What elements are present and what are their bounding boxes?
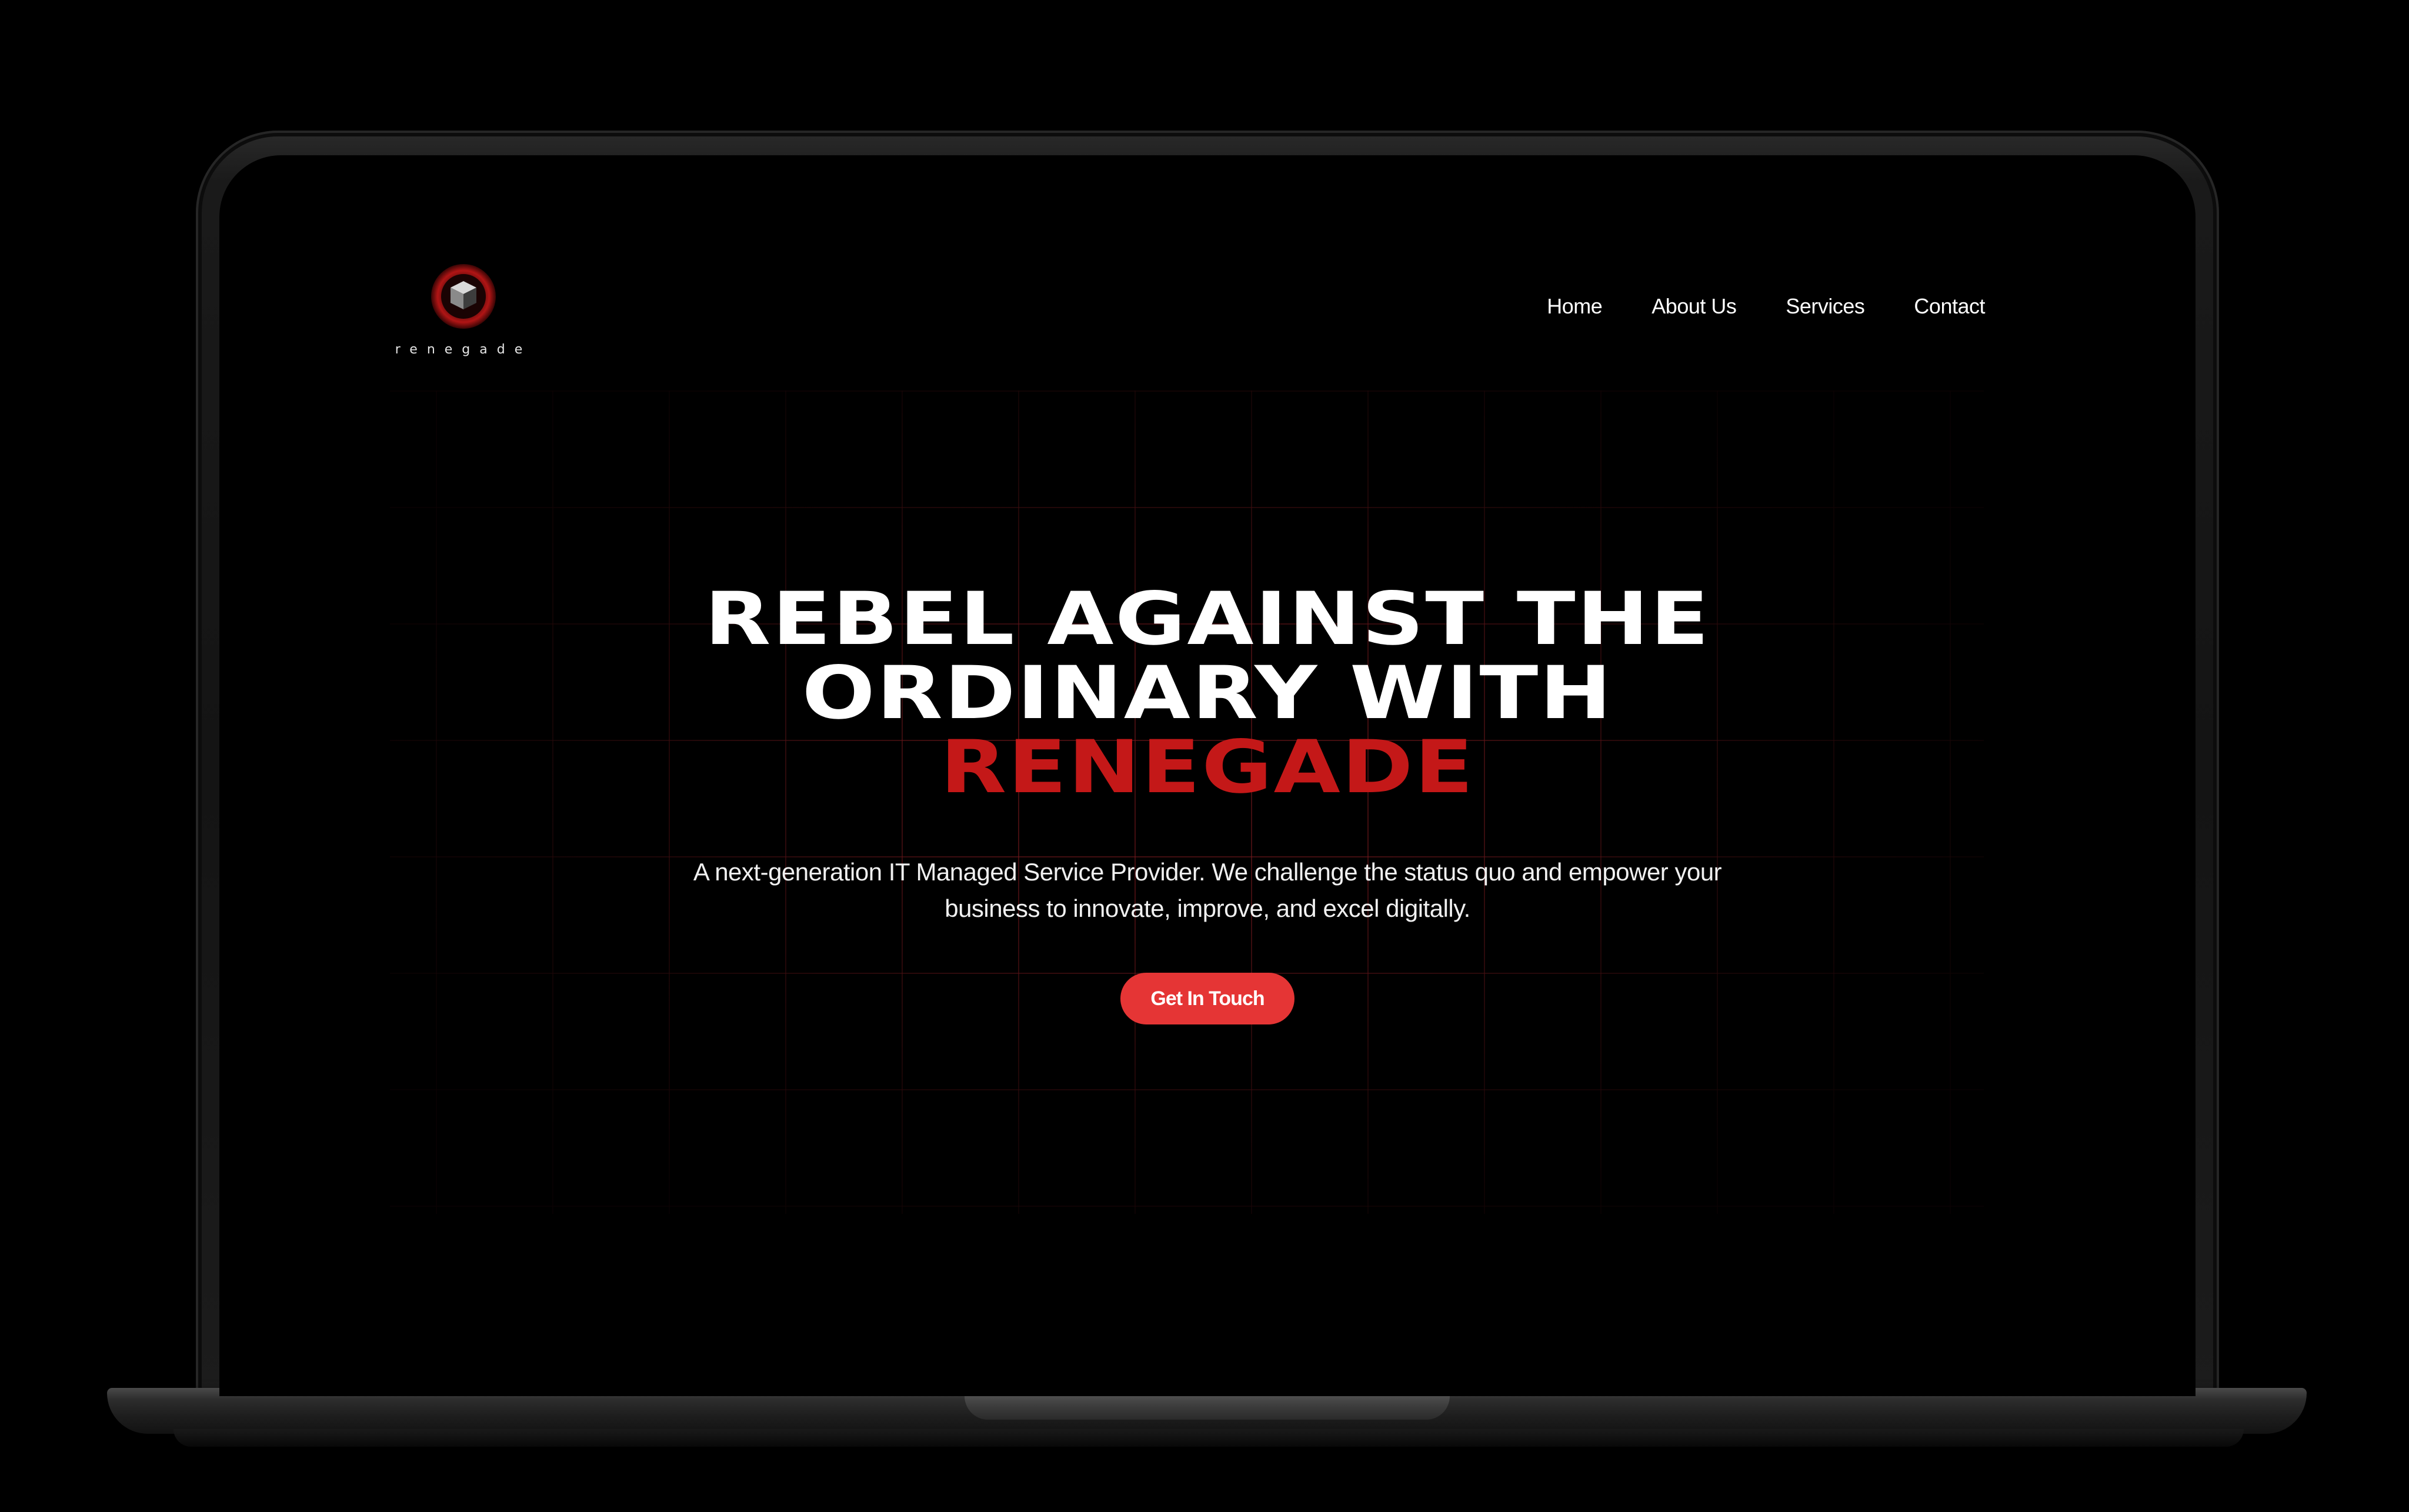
nav-item-services[interactable]: Services	[1786, 294, 1865, 319]
hero-headline: REBEL AGAINST THE ORDINARY WITH RENEGADE	[219, 582, 2196, 805]
headline-line-1: REBEL AGAINST THE	[704, 577, 1711, 662]
laptop-base-foot	[173, 1429, 2244, 1447]
get-in-touch-button[interactable]: Get In Touch	[1120, 973, 1294, 1024]
hero-section: REBEL AGAINST THE ORDINARY WITH RENEGADE…	[219, 582, 2196, 1024]
headline-accent: RENEGADE	[940, 725, 1475, 810]
brand-logo[interactable]: renegade	[390, 261, 549, 361]
brand-wordmark: renegade	[395, 342, 532, 357]
main-navigation: Home About Us Services Contact	[1547, 294, 1985, 319]
cube-logo-icon	[431, 264, 496, 329]
nav-item-about-us[interactable]: About Us	[1651, 294, 1737, 319]
hero-subtitle: A next-generation IT Managed Service Pro…	[693, 858, 1722, 922]
laptop-mockup: renegade Home About Us Services Contact …	[0, 0, 2409, 1512]
headline-line-2: ORDINARY WITH	[802, 651, 1613, 736]
website: renegade Home About Us Services Contact …	[219, 155, 2196, 1396]
nav-item-home[interactable]: Home	[1547, 294, 1603, 319]
laptop-screen: renegade Home About Us Services Contact …	[219, 155, 2196, 1396]
nav-item-contact[interactable]: Contact	[1914, 294, 1985, 319]
